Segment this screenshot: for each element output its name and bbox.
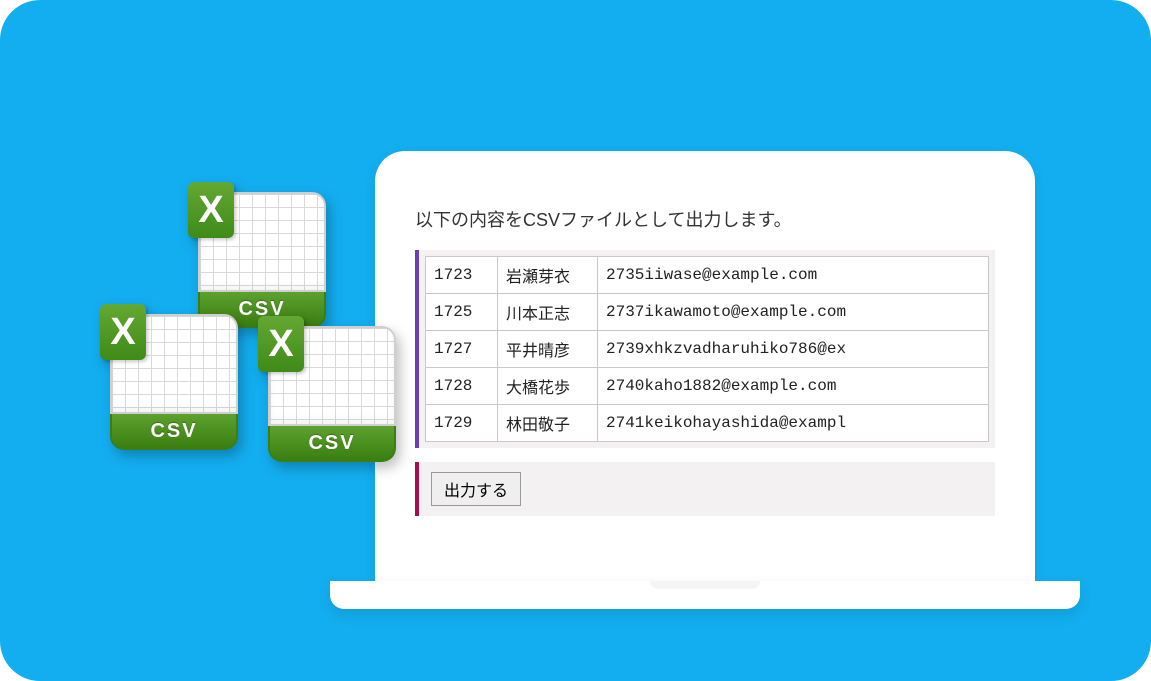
cell-id: 1723	[426, 257, 498, 294]
cell-name: 大橋花歩	[498, 368, 598, 405]
laptop-base	[330, 581, 1080, 609]
csv-file-icon: CSV X	[110, 314, 250, 454]
csv-file-icon: CSV X	[268, 326, 408, 466]
cell-id: 1727	[426, 331, 498, 368]
laptop: 以下の内容をCSVファイルとして出力します。 1723 岩瀬芽衣 2735iiw…	[330, 151, 1080, 609]
app-window: 以下の内容をCSVファイルとして出力します。 1723 岩瀬芽衣 2735iiw…	[375, 151, 1035, 581]
cell-email: 2739xhkzvadharuhiko786@ex	[598, 331, 989, 368]
illustration-canvas: 以下の内容をCSVファイルとして出力します。 1723 岩瀬芽衣 2735iiw…	[0, 0, 1151, 681]
export-section: 出力する	[415, 462, 995, 516]
excel-x-badge-icon: X	[258, 316, 304, 372]
csv-band-label: CSV	[110, 414, 238, 450]
cell-name: 川本正志	[498, 294, 598, 331]
cell-email: 2735iiwase@example.com	[598, 257, 989, 294]
data-table-container: 1723 岩瀬芽衣 2735iiwase@example.com 1725 川本…	[415, 250, 995, 448]
cell-name: 岩瀬芽衣	[498, 257, 598, 294]
csv-file-icon: CSV X	[198, 192, 338, 332]
cell-email: 2737ikawamoto@example.com	[598, 294, 989, 331]
cell-id: 1729	[426, 405, 498, 442]
cell-id: 1728	[426, 368, 498, 405]
cell-name: 平井晴彦	[498, 331, 598, 368]
table-row: 1729 林田敬子 2741keikohayashida@exampl	[426, 405, 989, 442]
csv-band-label: CSV	[268, 426, 396, 462]
excel-x-badge-icon: X	[188, 182, 234, 238]
excel-x-badge-icon: X	[100, 304, 146, 360]
table-row: 1725 川本正志 2737ikawamoto@example.com	[426, 294, 989, 331]
cell-email: 2741keikohayashida@exampl	[598, 405, 989, 442]
instruction-text: 以下の内容をCSVファイルとして出力します。	[415, 206, 995, 232]
cell-id: 1725	[426, 294, 498, 331]
cell-name: 林田敬子	[498, 405, 598, 442]
cell-email: 2740kaho1882@example.com	[598, 368, 989, 405]
export-button[interactable]: 出力する	[431, 472, 521, 506]
table-row: 1728 大橋花歩 2740kaho1882@example.com	[426, 368, 989, 405]
table-row: 1723 岩瀬芽衣 2735iiwase@example.com	[426, 257, 989, 294]
data-table: 1723 岩瀬芽衣 2735iiwase@example.com 1725 川本…	[425, 256, 989, 442]
table-row: 1727 平井晴彦 2739xhkzvadharuhiko786@ex	[426, 331, 989, 368]
